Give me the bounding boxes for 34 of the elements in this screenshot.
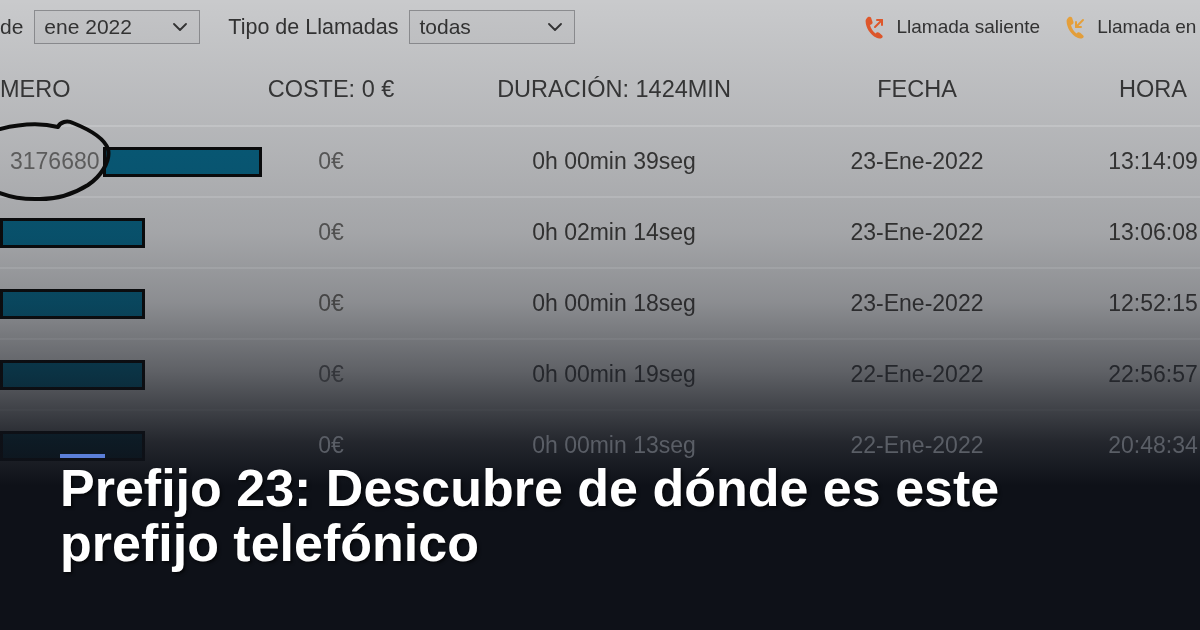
chevron-down-icon <box>548 23 563 31</box>
column-header: DURACIÓN: 1424MIN <box>497 74 731 104</box>
table-cell-text: 20:48:34 <box>1108 431 1198 461</box>
filter-label: de <box>0 14 24 41</box>
table-cell-text: 22-Ene-2022 <box>850 431 984 461</box>
phone-number: 3176680 <box>10 147 100 177</box>
table-cell-text: 13:06:08 <box>1108 218 1198 248</box>
table-cell-text: 0€ <box>318 147 344 177</box>
table-cell-text: 0€ <box>318 218 344 248</box>
chevron-down-icon <box>173 23 188 31</box>
table-cell-text: 0h 02min 14seg <box>532 218 696 248</box>
table-cell-text: 22-Ene-2022 <box>850 360 984 390</box>
column-header: FECHA <box>877 74 957 104</box>
table-cell-text: 13:14:09 <box>1108 147 1198 177</box>
table-cell-text: 23-Ene-2022 <box>850 147 984 177</box>
legend-label: Llamada en <box>1097 14 1197 39</box>
article-title: Prefijo 23: Descubre de dónde es este prefijo telefónico <box>60 461 1001 571</box>
table-cell-text: 23-Ene-2022 <box>850 289 984 319</box>
table-cell-text: 0€ <box>318 431 344 461</box>
dropdown[interactable]: ene 2022 <box>34 10 201 44</box>
legend-label: Llamada saliente <box>896 14 1041 39</box>
table-cell-text: 0h 00min 19seg <box>532 360 696 390</box>
table-cell-text: 0h 00min 13seg <box>532 431 696 461</box>
table-cell-text: 22:56:57 <box>1108 360 1198 390</box>
dropdown[interactable]: todas <box>409 10 576 44</box>
filter-label: Tipo de Llamadas <box>228 13 399 41</box>
column-header: COSTE: 0 € <box>267 74 395 104</box>
table-cell-text: 23-Ene-2022 <box>850 218 984 248</box>
table-cell-text: 0€ <box>318 289 344 319</box>
column-header: MERO <box>0 74 71 104</box>
table-cell-text: 0h 00min 39seg <box>532 147 696 177</box>
table-cell-text: 12:52:15 <box>1108 289 1198 319</box>
table-cell-text: 0h 00min 18seg <box>532 289 696 319</box>
column-header: HORA <box>1119 74 1187 104</box>
